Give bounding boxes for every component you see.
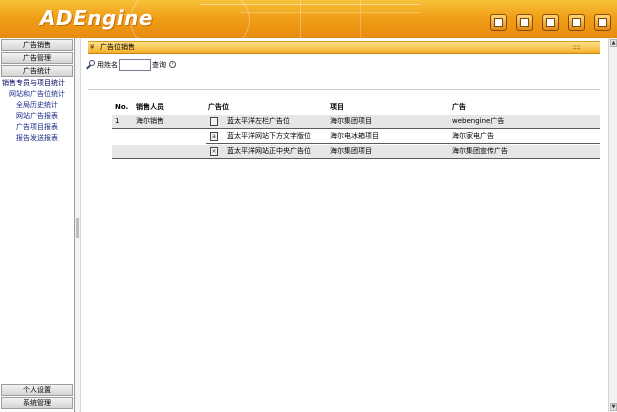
row-ad: 海尔集团宣传广告 — [452, 147, 508, 155]
header-decoration — [240, 12, 420, 13]
row-project: 海尔电冰箱项目 — [330, 132, 379, 140]
search-icon — [86, 59, 96, 70]
row-project: 海尔集团项目 — [330, 147, 372, 155]
row-position: 蓝太平洋左栏广告位 — [227, 117, 290, 125]
sidebar-section-system-management[interactable]: 系统管理 — [1, 397, 73, 409]
document-icon — [210, 117, 218, 126]
header-no: No. — [115, 103, 129, 111]
sidebar-section-ad-statistics[interactable]: 广告统计 — [1, 65, 73, 77]
header-decoration — [300, 0, 301, 38]
app-header: ADEngine — [0, 0, 617, 38]
panel-title: 广告位销售 — [100, 43, 135, 51]
row-position: 蓝太平洋网站下方文字版位 — [227, 132, 311, 140]
header-ad: 广告 — [452, 103, 466, 111]
table-row[interactable]: a 蓝太平洋网站下方文字版位 海尔电冰箱项目 海尔家电广告 — [112, 129, 600, 144]
row-project: 海尔集团项目 — [330, 117, 372, 125]
header-project: 项目 — [330, 103, 344, 111]
search-button[interactable]: 查询 — [152, 60, 166, 70]
table-row[interactable]: × 蓝太平洋网站正中央广告位 海尔集团项目 海尔集团宣传广告 — [112, 144, 600, 159]
sidebar-link-site-ad-report[interactable]: 网站广告报表 — [0, 111, 74, 122]
sidebar-section-ad-sales[interactable]: 广告销售 — [1, 39, 73, 51]
scroll-down-arrow-icon[interactable]: ▼ — [610, 403, 617, 411]
sidebar-section-ad-management[interactable]: 广告管理 — [1, 52, 73, 64]
sidebar-link-report-send[interactable]: 报告发送报表 — [0, 133, 74, 144]
sales-table: No. 销售人员 广告位 项目 广告 1 海尔销售 蓝太平洋左栏广告位 海尔集团… — [112, 100, 600, 159]
chevron-down-icon[interactable]: ¥ — [90, 42, 94, 53]
tools-icon[interactable] — [490, 14, 507, 31]
app-logo: ADEngine — [40, 6, 153, 30]
main-content: ¥ 广告位销售 :::::: 用姓名 查询 › No. 销售人员 广告位 项目 … — [82, 38, 605, 412]
splitter-grip[interactable] — [76, 218, 79, 238]
search-bar: 用姓名 查询 › — [86, 58, 176, 71]
table-row[interactable]: 1 海尔销售 蓝太平洋左栏广告位 海尔集团项目 webengine广告 — [112, 114, 600, 129]
monitor-icon[interactable] — [542, 14, 559, 31]
sidebar-splitter[interactable] — [75, 38, 81, 412]
exit-icon[interactable] — [594, 14, 611, 31]
sidebar-link-ad-project-report[interactable]: 广告项目报表 — [0, 122, 74, 133]
table-header-row: No. 销售人员 广告位 项目 广告 — [112, 100, 600, 114]
header-toolbar — [490, 14, 611, 31]
sidebar-links: 销售专员与项目统计 网站和广告位统计 全局历史统计 网站广告报表 广告项目报表 … — [0, 77, 74, 144]
row-no: 1 — [115, 117, 120, 125]
row-position: 蓝太平洋网站正中央广告位 — [227, 147, 311, 155]
divider — [88, 89, 600, 90]
row-person: 海尔销售 — [136, 117, 164, 125]
sidebar-link-sales-project-stats[interactable]: 销售专员与项目统计 — [0, 78, 74, 89]
sidebar-section-personal-settings[interactable]: 个人设置 — [1, 384, 73, 396]
sidebar-bottom: 个人设置 系统管理 — [0, 383, 74, 409]
panel-titlebar: ¥ 广告位销售 :::::: — [88, 41, 600, 54]
sidebar: 广告销售 广告管理 广告统计 销售专员与项目统计 网站和广告位统计 全局历史统计… — [0, 38, 75, 412]
window-icon[interactable] — [516, 14, 533, 31]
header-position: 广告位 — [208, 103, 229, 111]
scroll-up-arrow-icon[interactable]: ▲ — [610, 39, 617, 47]
search-label: 用姓名 — [97, 60, 118, 69]
vertical-scrollbar[interactable]: ▲ ▼ — [608, 38, 617, 412]
header-decoration — [360, 0, 361, 38]
search-input[interactable] — [119, 58, 151, 71]
header-person: 销售人员 — [136, 103, 164, 111]
sidebar-link-site-position-stats[interactable]: 网站和广告位统计 — [0, 89, 74, 100]
edit-icon[interactable] — [568, 14, 585, 31]
row-ad: 海尔家电广告 — [452, 132, 494, 140]
go-icon[interactable]: › — [169, 61, 176, 68]
text-ad-icon: a — [210, 132, 218, 141]
panel-grip: :::::: — [571, 43, 581, 51]
row-ad: webengine广告 — [452, 117, 505, 125]
close-box-icon: × — [210, 147, 218, 156]
header-decoration — [200, 4, 420, 5]
sidebar-link-global-history[interactable]: 全局历史统计 — [0, 100, 74, 111]
